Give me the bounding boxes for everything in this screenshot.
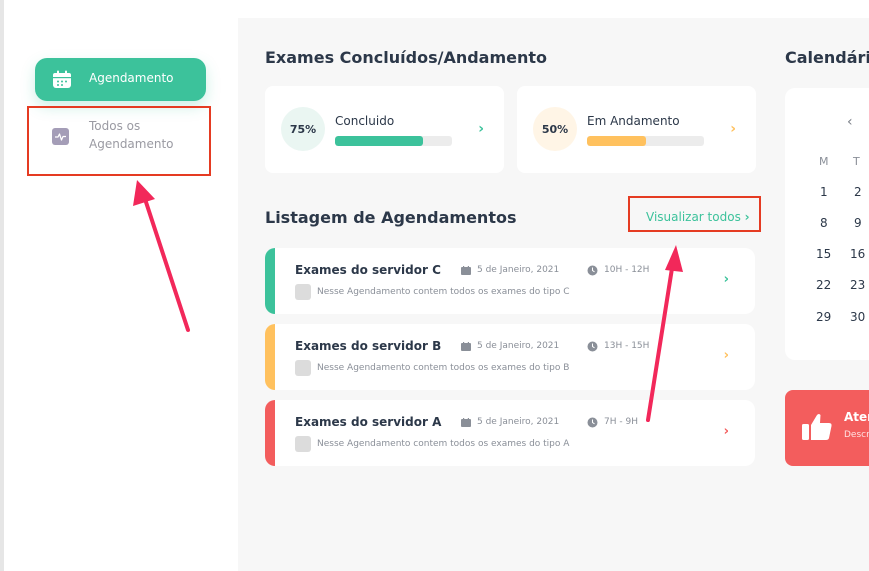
app-frame: Agendamento Todos os Agendamento Exames … (0, 0, 869, 571)
row-title: Exames do servidor C (295, 263, 441, 277)
chevron-right-icon[interactable]: › (724, 348, 729, 363)
annotation-highlight-box (27, 106, 211, 176)
row-time: 7H - 9H (604, 417, 638, 427)
list-section-title: Listagem de Agendamentos (265, 208, 517, 227)
row-date: 5 de Janeiro, 2021 (477, 265, 560, 275)
progress-fill (335, 136, 423, 146)
window-edge (0, 0, 4, 571)
calendar-day-header: T (853, 155, 860, 168)
chevron-right-icon[interactable]: › (730, 121, 736, 137)
row-checkbox[interactable] (295, 360, 311, 376)
chevron-right-icon[interactable]: › (724, 272, 729, 287)
calendar-day-header: M (819, 155, 829, 168)
percent-badge: 50% (533, 107, 577, 151)
annotation-arrow-sidebar (133, 180, 190, 332)
stat-card-em-andamento[interactable]: 50% Em Andamento › (517, 86, 756, 173)
progress-fill (587, 136, 646, 146)
calendar-day[interactable]: 29 (816, 310, 831, 324)
calendar-day[interactable]: 23 (850, 278, 865, 292)
calendar-day[interactable]: 9 (854, 216, 862, 230)
stat-card-concluido[interactable]: 75% Concluido › (265, 86, 504, 173)
list-item[interactable]: Exames do servidor B 5 de Janeiro, 2021 … (265, 324, 755, 390)
clock-icon (587, 265, 598, 276)
calendar-icon (461, 342, 471, 351)
status-bar (265, 324, 275, 390)
chevron-left-icon[interactable]: ‹ (847, 114, 853, 130)
clock-icon (587, 341, 598, 352)
progress-bar (335, 136, 452, 146)
calendar-day[interactable]: 1 (820, 185, 828, 199)
row-date: 5 de Janeiro, 2021 (477, 417, 560, 427)
attention-title: Ater (844, 410, 869, 424)
row-description: Nesse Agendamento contem todos os exames… (317, 363, 570, 373)
calendar-title: Calendári (785, 48, 869, 67)
stat-label: Concluido (335, 114, 395, 128)
calendar-day[interactable]: 30 (850, 310, 865, 324)
attention-subtitle: Descr (844, 430, 869, 440)
row-title: Exames do servidor A (295, 415, 442, 429)
sidebar-item-label: Agendamento (89, 71, 174, 85)
calendar-day[interactable]: 8 (820, 216, 828, 230)
row-time: 10H - 12H (604, 265, 650, 275)
calendar-icon (461, 418, 471, 427)
calendar-icon (461, 266, 471, 275)
main-panel: Exames Concluídos/Andamento 75% Concluid… (238, 18, 869, 571)
row-date: 5 de Janeiro, 2021 (477, 341, 560, 351)
chevron-right-icon[interactable]: › (724, 424, 729, 439)
progress-bar (587, 136, 704, 146)
row-description: Nesse Agendamento contem todos os exames… (317, 287, 570, 297)
row-checkbox[interactable] (295, 436, 311, 452)
thumbs-up-icon (802, 414, 832, 440)
row-checkbox[interactable] (295, 284, 311, 300)
row-time: 13H - 15H (604, 341, 650, 351)
calendar-icon (53, 70, 71, 88)
attention-card[interactable]: Ater Descr (785, 390, 869, 466)
calendar-day[interactable]: 22 (816, 278, 831, 292)
list-item[interactable]: Exames do servidor C 5 de Janeiro, 2021 … (265, 248, 755, 314)
sidebar-item-agendamento[interactable]: Agendamento (35, 58, 206, 101)
annotation-highlight-box (628, 196, 761, 232)
stat-label: Em Andamento (587, 114, 680, 128)
status-bar (265, 248, 275, 314)
clock-icon (587, 417, 598, 428)
row-title: Exames do servidor B (295, 339, 442, 353)
chevron-right-icon[interactable]: › (478, 121, 484, 137)
calendar-day[interactable]: 15 (816, 247, 831, 261)
list-item[interactable]: Exames do servidor A 5 de Janeiro, 2021 … (265, 400, 755, 466)
stats-section-title: Exames Concluídos/Andamento (265, 48, 548, 67)
calendar-day[interactable]: 16 (850, 247, 865, 261)
row-description: Nesse Agendamento contem todos os exames… (317, 439, 570, 449)
calendar-day[interactable]: 2 (854, 185, 862, 199)
status-bar (265, 400, 275, 466)
percent-badge: 75% (281, 107, 325, 151)
